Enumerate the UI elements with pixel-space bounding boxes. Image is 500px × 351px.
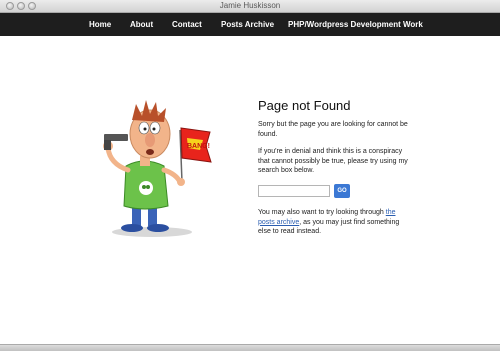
archive-suggestion-text: You may also want to try looking through… — [258, 208, 414, 237]
right-hand — [177, 178, 185, 186]
gun-grip — [104, 140, 111, 150]
browser-window: Jamie Huskisson Home About Contact Posts… — [0, 0, 500, 351]
archive-text-before: You may also want to try looking through — [258, 209, 386, 216]
gun-barrel — [104, 134, 128, 141]
nav-item-home[interactable]: Home — [89, 13, 111, 36]
left-arm — [105, 145, 131, 173]
right-shoe — [147, 224, 169, 232]
window-title: Jamie Huskisson — [219, 1, 281, 10]
flag-text: BANG! — [187, 143, 210, 150]
search-input[interactable] — [258, 185, 330, 197]
cartoon-man-illustration: BANG! — [103, 100, 212, 237]
top-navigation: Home About Contact Posts Archive PHP/Wor… — [0, 13, 500, 36]
window-titlebar: Jamie Huskisson — [0, 0, 500, 13]
search-suggestion-text: If you're in denial and think this is a … — [258, 148, 408, 174]
nav-item-php-wordpress-work[interactable]: PHP/Wordpress Development Work — [288, 13, 423, 36]
window-bottom-bar — [0, 344, 500, 351]
shirt-logo — [139, 181, 153, 195]
hair — [132, 100, 166, 122]
nav-item-about[interactable]: About — [130, 13, 153, 36]
nose — [145, 133, 155, 147]
mouth — [146, 149, 154, 155]
page-title: Page not Found — [258, 98, 351, 113]
not-found-message: Sorry but the page you are looking for c… — [258, 121, 408, 138]
nav-item-contact[interactable]: Contact — [172, 13, 202, 36]
left-shoe — [121, 224, 143, 232]
nav-item-posts-archive[interactable]: Posts Archive — [221, 13, 274, 36]
search-go-button[interactable]: GO — [334, 184, 350, 198]
